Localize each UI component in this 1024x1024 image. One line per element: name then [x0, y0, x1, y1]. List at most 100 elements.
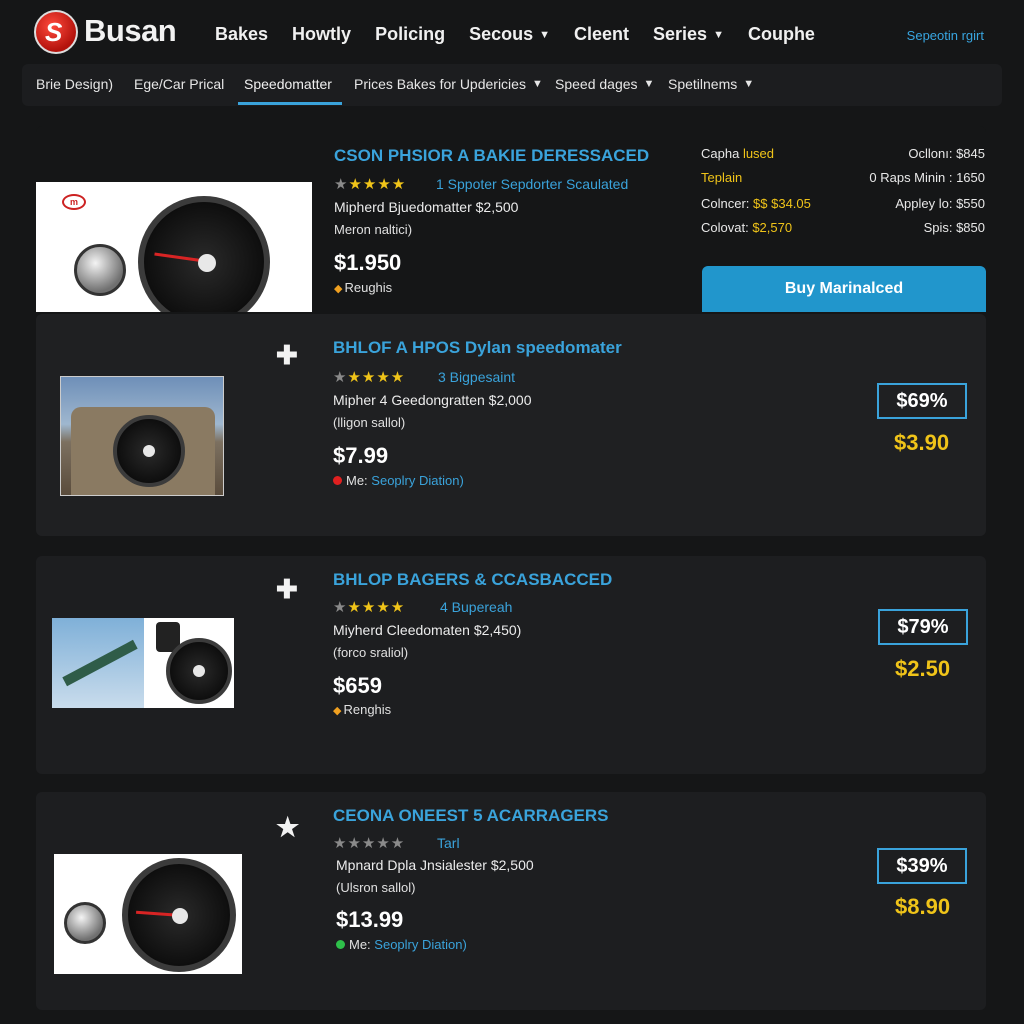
spec-right-3: Appley lo: $550 — [895, 196, 985, 211]
speedometer-icon — [122, 858, 236, 972]
gauge-hub-icon — [198, 254, 216, 272]
featured-title[interactable]: CSON PHSIOR A BAKIE DERESSACED — [334, 146, 649, 166]
spec-capha: Capha lused — [701, 146, 774, 161]
knob-icon — [74, 244, 126, 296]
nav-label: Secous — [469, 24, 534, 44]
product-subtitle: (Ulsron sallol) — [336, 880, 416, 895]
discount-badge: $79% — [878, 609, 968, 645]
product-subtitle: (forco sraliol) — [333, 645, 409, 660]
brand-logo-icon[interactable]: S — [34, 10, 78, 54]
spec-teplain: Teplain — [701, 170, 742, 185]
review-count[interactable]: 1 Sppoter Sepdorter Scaulated — [436, 176, 628, 192]
brand-badge-icon: m — [62, 194, 86, 210]
active-tab-underline — [238, 102, 342, 105]
gauge-hub-icon — [143, 445, 155, 457]
status-dot-icon — [336, 940, 345, 949]
product-image[interactable] — [52, 618, 234, 708]
top-header: S Busan Bakes Howtly Policing Secous ▼ Cl… — [0, 0, 1024, 64]
product-image[interactable] — [54, 854, 242, 974]
subnav-label: Brie Design) — [36, 76, 114, 92]
product-description: Mipherd Bjuedomatter $2,500 — [334, 199, 519, 215]
discount-badge: $69% — [877, 383, 967, 419]
speedometer-icon — [166, 638, 232, 704]
review-count[interactable]: 4 Bupereah — [440, 599, 512, 615]
rating-stars-icon: ★★★★★ — [333, 599, 406, 616]
product-description: Miyherd Cleedomaten $2,450) — [333, 622, 522, 638]
subnav-item-speed-dages[interactable]: Speed dages ▼ — [555, 76, 654, 92]
brand-name[interactable]: Busan — [84, 13, 177, 49]
product-title[interactable]: BHLOP BAGERS & CCASBACCED — [333, 570, 612, 590]
buy-button[interactable]: Buy Marinalced — [702, 266, 986, 312]
nav-label: Howtly — [292, 24, 352, 44]
spec-right-1: Ocllonı: $845 — [908, 146, 985, 161]
spec-value: lused — [742, 146, 775, 161]
subnav-item-prices[interactable]: Prices Bakes for Updericies ▼ — [354, 76, 543, 92]
nav-item-secous[interactable]: Secous ▼ — [469, 24, 550, 45]
meta-label: Me: — [346, 473, 368, 488]
product-meta: ◆ Renghis — [333, 702, 391, 717]
product-description: Mpnard Dpla Jnsialester $2,500 — [336, 857, 534, 873]
spec-colovat: Colovat: $2,570 — [701, 220, 792, 235]
spec-right-2: 0 Raps Minin : 1650 — [869, 170, 985, 185]
product-subtitle: Meron naltici) — [334, 222, 413, 237]
subnav-item-car-prical[interactable]: Ege/Car Prical — [134, 76, 224, 92]
nav-label: Policing — [375, 24, 446, 44]
discount-badge: $39% — [877, 848, 967, 884]
nav-item-couphe[interactable]: Couphe — [748, 24, 815, 45]
spec-label: Teplain — [701, 170, 743, 185]
spec-value: $$ $34.05 — [753, 196, 811, 211]
nav-label: Cleent — [574, 24, 630, 44]
sale-price: $3.90 — [894, 430, 950, 455]
product-meta: ◆ Reughis — [334, 280, 392, 295]
spec-label: Colovat: — [701, 220, 749, 235]
add-compare-icon[interactable]: ✚ — [276, 574, 298, 605]
top-right-link[interactable]: Sepeotin rgirt — [907, 28, 984, 43]
spec-right-4: Spis: $850 — [923, 220, 985, 235]
nav-item-series[interactable]: Series ▼ — [653, 24, 724, 45]
nav-item-policing[interactable]: Policing — [375, 24, 445, 45]
subnav-label: Speedomatter — [244, 76, 332, 92]
chevron-down-icon: ▼ — [713, 29, 724, 41]
flame-icon: ◆ — [334, 283, 343, 295]
spec-colncer: Colncer: $$ $34.05 — [701, 196, 811, 211]
featured-product-image[interactable]: m — [36, 182, 312, 312]
sub-nav: Brie Design) Ege/Car Prical Speedomatter… — [22, 64, 1002, 106]
product-title[interactable]: CEONA ONEEST 5 ACARRAGERS — [333, 806, 609, 826]
product-meta: Me: Seoplry Diation) — [336, 937, 467, 952]
meta-label: Renghis — [343, 702, 392, 717]
meta-link[interactable]: Seoplry Diation) — [371, 473, 464, 488]
subnav-label: Ege/Car Prical — [134, 76, 225, 92]
meta-link[interactable]: Seoplry Diation) — [374, 937, 467, 952]
speedometer-icon — [113, 415, 185, 487]
nav-item-howtly[interactable]: Howtly — [292, 24, 351, 45]
sale-price: $8.90 — [895, 894, 951, 919]
product-image[interactable] — [60, 376, 224, 496]
product-price: $659 — [333, 673, 382, 698]
subnav-label: Spetilnems — [668, 76, 738, 92]
review-count[interactable]: Tarl — [437, 835, 460, 851]
subnav-item-design[interactable]: Brie Design) — [36, 76, 113, 92]
product-price: $1.950 — [334, 250, 402, 275]
spec-value: $2,570 — [752, 220, 793, 235]
main-nav: Bakes Howtly Policing Secous ▼ Cleent Ser… — [215, 24, 839, 45]
gauge-hub-icon — [193, 665, 205, 677]
knob-icon — [64, 902, 106, 944]
subnav-label: Prices Bakes for Updericies — [354, 76, 526, 92]
nav-item-bakes[interactable]: Bakes — [215, 24, 268, 45]
speedometer-icon — [138, 196, 270, 312]
product-description: Mipher 4 Geedongratten $2,000 — [333, 392, 532, 408]
nav-item-cleent[interactable]: Cleent — [574, 24, 629, 45]
product-title[interactable]: BHLOF A HPOS Dylan speedomater — [333, 338, 622, 358]
gauge-hub-icon — [172, 908, 188, 924]
subnav-item-speedomatter[interactable]: Speedomatter — [244, 76, 332, 92]
review-count[interactable]: 3 Bigpesaint — [438, 369, 515, 385]
product-price: $13.99 — [336, 907, 404, 932]
rating-stars-icon: ★★★★★ — [333, 835, 406, 852]
favorite-star-icon[interactable]: ★ — [276, 812, 299, 843]
subnav-label: Speed dages — [555, 76, 638, 92]
meta-label: Me: — [349, 937, 371, 952]
rating-stars-icon: ★★★★★ — [333, 369, 406, 386]
chevron-down-icon: ▼ — [743, 78, 755, 90]
subnav-item-spetilnems[interactable]: Spetilnems ▼ — [668, 76, 754, 92]
add-compare-icon[interactable]: ✚ — [276, 340, 298, 371]
